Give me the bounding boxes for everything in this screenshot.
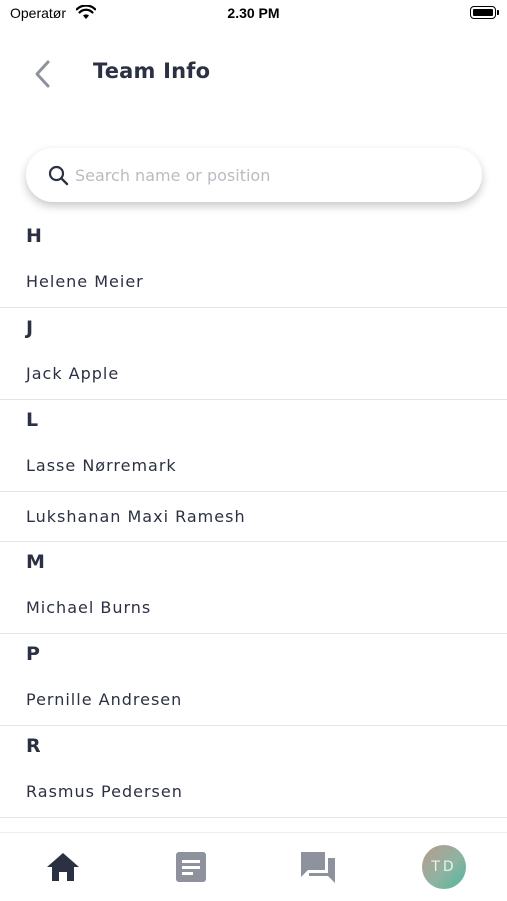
section-header-h: H: [26, 225, 42, 247]
chat-icon: [301, 852, 335, 883]
avatar: TD: [422, 845, 466, 889]
tab-messages[interactable]: [288, 833, 348, 901]
section-header-m: M: [26, 551, 45, 573]
tab-home[interactable]: [33, 833, 93, 901]
search-bar[interactable]: [26, 148, 482, 202]
document-icon: [176, 852, 206, 882]
search-icon: [48, 164, 70, 186]
list-item[interactable]: Rasmus Pedersen: [0, 766, 507, 818]
back-button[interactable]: [28, 58, 56, 90]
clock-time: 2.30 PM: [227, 5, 280, 21]
tab-documents[interactable]: [161, 833, 221, 901]
tab-bar: TD: [0, 832, 507, 901]
list-item[interactable]: Lukshanan Maxi Ramesh: [0, 492, 507, 542]
list-item[interactable]: Pernille Andresen: [0, 674, 507, 726]
battery-icon: [470, 6, 496, 19]
status-bar: Operatør 2.30 PM: [0, 0, 507, 30]
list-item[interactable]: Lasse Nørremark: [0, 440, 507, 492]
chevron-left-icon: [35, 60, 50, 88]
contact-list: H Helene Meier J Jack Apple L Lasse Nørr…: [0, 216, 507, 828]
list-item[interactable]: Michael Burns: [0, 582, 507, 634]
section-header-r: R: [26, 735, 41, 757]
section-header-j: J: [26, 317, 34, 339]
home-icon: [47, 853, 79, 881]
list-item[interactable]: Jack Apple: [0, 348, 507, 400]
battery-tip: [497, 10, 499, 15]
search-input[interactable]: [73, 164, 482, 186]
section-header-p: P: [26, 643, 40, 665]
list-item[interactable]: Helene Meier: [0, 256, 507, 308]
page-title: Team Info: [93, 59, 211, 83]
tab-profile[interactable]: TD: [414, 833, 474, 901]
section-header-l: L: [26, 409, 39, 431]
